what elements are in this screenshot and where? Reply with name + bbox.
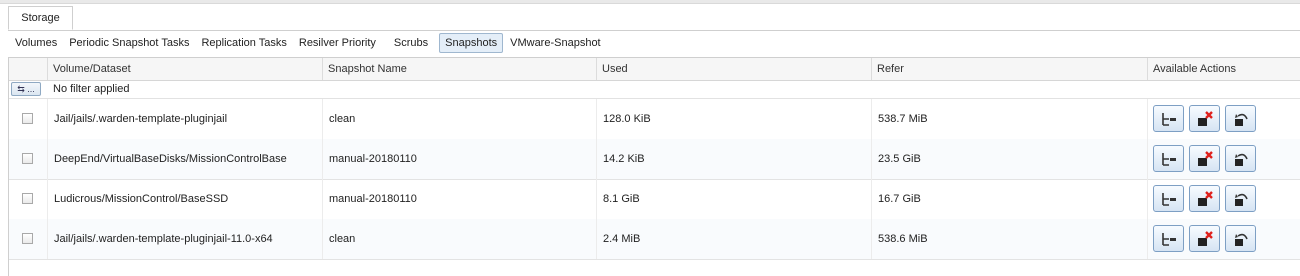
- subtab-replication-tasks[interactable]: Replication Tasks: [196, 33, 291, 53]
- cell-refer: 538.7 MiB: [871, 99, 1147, 139]
- subtab-volumes[interactable]: Volumes: [10, 33, 62, 53]
- header-refer[interactable]: Refer: [871, 58, 1147, 80]
- rollback-snapshot-icon: [1235, 153, 1248, 166]
- row-actions: [1147, 139, 1300, 179]
- cell-snapshot-name: clean: [322, 99, 596, 139]
- main-tab-bar: Storage: [8, 4, 1300, 31]
- cell-refer: 538.6 MiB: [871, 219, 1147, 259]
- destroy-snapshot-icon: [1198, 191, 1213, 206]
- destroy-snapshot-button[interactable]: [1189, 185, 1220, 212]
- header-used[interactable]: Used: [596, 58, 871, 80]
- subtab-scrubs[interactable]: Scrubs: [389, 33, 433, 53]
- header-snapshot-name[interactable]: Snapshot Name: [322, 58, 596, 80]
- subtab-vmware-snapshot[interactable]: VMware-Snapshot: [505, 33, 606, 53]
- cell-snapshot-name: manual-20180110: [322, 139, 596, 179]
- cell-dataset: Jail/jails/.warden-template-pluginjail: [47, 99, 322, 139]
- rollback-snapshot-button[interactable]: [1225, 185, 1256, 212]
- cell-snapshot-name: clean: [322, 219, 596, 259]
- subtab-snapshots[interactable]: Snapshots: [439, 33, 504, 53]
- clone-snapshot-button[interactable]: [1153, 185, 1184, 212]
- header-available-actions: Available Actions: [1147, 58, 1300, 80]
- table-row[interactable]: Ludicrous/MissionControl/BaseSSD manual-…: [9, 179, 1300, 220]
- filter-row: ⇆ ... No filter applied: [9, 80, 1300, 99]
- row-checkbox[interactable]: [22, 233, 33, 244]
- header-select: [9, 58, 47, 80]
- clone-snapshot-button[interactable]: [1153, 105, 1184, 132]
- cell-used: 8.1 GiB: [596, 179, 871, 219]
- snapshots-grid: Volume/Dataset Snapshot Name Used Refer …: [8, 57, 1300, 276]
- subtab-resilver-priority[interactable]: Resilver Priority: [294, 33, 381, 53]
- destroy-snapshot-button[interactable]: [1189, 225, 1220, 252]
- cell-refer: 16.7 GiB: [871, 179, 1147, 219]
- clone-snapshot-icon: [1162, 193, 1176, 206]
- row-actions: [1147, 219, 1300, 259]
- rollback-snapshot-icon: [1235, 113, 1248, 126]
- table-row[interactable]: Jail/jails/.warden-template-pluginjail c…: [9, 99, 1300, 140]
- cell-dataset: Jail/jails/.warden-template-pluginjail-1…: [47, 219, 322, 259]
- grid-header: Volume/Dataset Snapshot Name Used Refer …: [9, 58, 1300, 81]
- table-row[interactable]: DeepEnd/VirtualBaseDisks/MissionControlB…: [9, 139, 1300, 180]
- header-volume-dataset[interactable]: Volume/Dataset: [47, 58, 322, 80]
- cell-dataset: DeepEnd/VirtualBaseDisks/MissionControlB…: [47, 139, 322, 179]
- filter-status: No filter applied: [53, 83, 130, 95]
- cell-snapshot-name: manual-20180110: [322, 179, 596, 219]
- cell-dataset: Ludicrous/MissionControl/BaseSSD: [47, 179, 322, 219]
- rollback-snapshot-icon: [1235, 193, 1248, 206]
- filter-button[interactable]: ⇆ ...: [11, 82, 41, 96]
- rollback-snapshot-button[interactable]: [1225, 105, 1256, 132]
- cell-refer: 23.5 GiB: [871, 139, 1147, 179]
- cell-used: 14.2 KiB: [596, 139, 871, 179]
- cell-used: 2.4 MiB: [596, 219, 871, 259]
- destroy-snapshot-button[interactable]: [1189, 105, 1220, 132]
- row-checkbox[interactable]: [22, 153, 33, 164]
- rollback-snapshot-button[interactable]: [1225, 145, 1256, 172]
- destroy-snapshot-icon: [1198, 151, 1213, 166]
- destroy-snapshot-button[interactable]: [1189, 145, 1220, 172]
- destroy-snapshot-icon: [1198, 111, 1213, 126]
- tab-storage[interactable]: Storage: [8, 6, 73, 30]
- clone-snapshot-icon: [1162, 113, 1176, 126]
- clone-snapshot-button[interactable]: [1153, 225, 1184, 252]
- rollback-snapshot-icon: [1235, 233, 1248, 246]
- clone-snapshot-icon: [1162, 153, 1176, 166]
- cell-used: 128.0 KiB: [596, 99, 871, 139]
- row-checkbox[interactable]: [22, 113, 33, 124]
- row-actions: [1147, 179, 1300, 219]
- subtab-periodic-snapshot-tasks[interactable]: Periodic Snapshot Tasks: [64, 33, 194, 53]
- rollback-snapshot-button[interactable]: [1225, 225, 1256, 252]
- subtab-bar: Volumes Periodic Snapshot Tasks Replicat…: [10, 33, 608, 53]
- table-row[interactable]: Jail/jails/.warden-template-pluginjail-1…: [9, 219, 1300, 260]
- row-actions: [1147, 99, 1300, 139]
- clone-snapshot-button[interactable]: [1153, 145, 1184, 172]
- destroy-snapshot-icon: [1198, 231, 1213, 246]
- row-checkbox[interactable]: [22, 193, 33, 204]
- clone-snapshot-icon: [1162, 233, 1176, 246]
